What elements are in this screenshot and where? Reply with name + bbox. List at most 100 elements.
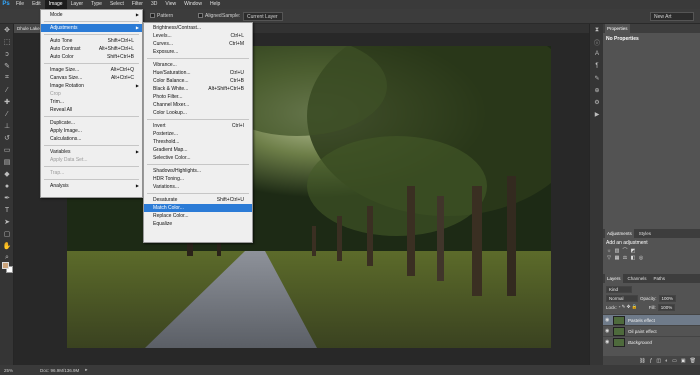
menu-layer[interactable]: Layer xyxy=(67,0,88,9)
hand-tool-icon[interactable]: ✋ xyxy=(0,240,14,252)
workspace-select[interactable]: New Art xyxy=(650,12,694,21)
new-layer-icon[interactable]: ▣ xyxy=(681,358,686,364)
tool-presets-panel-icon[interactable]: ⚙ xyxy=(590,96,604,108)
submenu-item-invert[interactable]: Invert Ctrl+I xyxy=(144,122,252,130)
status-arrow-icon[interactable]: ▸ xyxy=(85,367,87,373)
menu-image[interactable]: Image xyxy=(44,0,67,9)
menu-view[interactable]: View xyxy=(161,0,180,9)
photo-filter-icon[interactable]: ◎ xyxy=(638,255,644,261)
pattern-checkbox[interactable] xyxy=(150,13,155,19)
blend-mode-select[interactable]: Normal xyxy=(606,294,638,302)
vibrance-icon[interactable]: ▽ xyxy=(606,255,612,261)
curves-icon[interactable]: ⌒ xyxy=(622,248,628,254)
menu-item-canvas-size[interactable]: Canvas Size... Alt+Ctrl+C xyxy=(41,74,142,82)
menu-item-trim[interactable]: Trim... xyxy=(41,98,142,106)
tab-channels[interactable]: Channels xyxy=(626,274,649,283)
gradient-tool-icon[interactable]: ▤ xyxy=(0,156,14,168)
submenu-item-brightness-contrast[interactable]: Brightness/Contrast... xyxy=(144,24,252,32)
mask-icon[interactable]: ◫ xyxy=(656,358,661,364)
fill-input[interactable]: 100% xyxy=(657,303,676,311)
submenu-item-shadows-highlights[interactable]: Shadows/Highlights... xyxy=(144,167,252,175)
menu-item-reveal-all[interactable]: Reveal All xyxy=(41,106,142,114)
opacity-input[interactable]: 100% xyxy=(658,294,677,302)
menu-item-auto-contrast[interactable]: Auto Contrast Alt+Shift+Ctrl+L xyxy=(41,45,142,53)
path-select-tool-icon[interactable]: ➤ xyxy=(0,216,14,228)
visibility-eye-icon[interactable]: ◉ xyxy=(605,339,610,345)
submenu-item-levels[interactable]: Levels... Ctrl+L xyxy=(144,32,252,40)
submenu-item-variations[interactable]: Variations... xyxy=(144,183,252,191)
menu-item-adjustments[interactable]: Adjustments ▶ xyxy=(41,24,142,32)
menu-item-image-size[interactable]: Image Size... Alt+Ctrl+Q xyxy=(41,66,142,74)
sample-select[interactable]: Current Layer xyxy=(243,12,283,21)
move-tool-icon[interactable]: ✥ xyxy=(0,24,14,36)
exposure-icon[interactable]: ◩ xyxy=(630,248,636,254)
clone-source-panel-icon[interactable]: ⊕ xyxy=(590,84,604,96)
lock-icons[interactable]: ▫ ✎ ✥ 🔒 xyxy=(619,304,647,310)
group-icon[interactable]: ▭ xyxy=(672,358,677,364)
shape-tool-icon[interactable]: ▢ xyxy=(0,228,14,240)
brightness-icon[interactable]: ☼ xyxy=(606,248,612,254)
hue-saturation-icon[interactable]: ▦ xyxy=(614,255,620,261)
submenu-item-curves[interactable]: Curves... Ctrl+M xyxy=(144,40,252,48)
fx-icon[interactable]: ƒ xyxy=(650,358,653,364)
pattern-option[interactable]: Pattern xyxy=(150,12,173,21)
eyedropper-tool-icon[interactable]: ⁄ xyxy=(0,84,14,96)
black-white-icon[interactable]: ◧ xyxy=(630,255,636,261)
menu-item-calculations[interactable]: Calculations... xyxy=(41,135,142,143)
menu-item-analysis[interactable]: Analysis ▶ xyxy=(41,182,142,190)
lasso-tool-icon[interactable]: ↄ xyxy=(0,48,14,60)
menu-item-auto-color[interactable]: Auto Color Shift+Ctrl+B xyxy=(41,53,142,61)
aligned-checkbox[interactable] xyxy=(198,13,203,19)
menu-item-variables[interactable]: Variables ▶ xyxy=(41,148,142,156)
paragraph-panel-icon[interactable]: ¶ xyxy=(590,60,604,72)
link-layers-icon[interactable]: ⛓ xyxy=(639,358,645,364)
tab-styles[interactable]: Styles xyxy=(637,229,653,238)
eraser-tool-icon[interactable]: ▭ xyxy=(0,144,14,156)
submenu-item-photo-filter[interactable]: Photo Filter... xyxy=(144,93,252,101)
submenu-item-threshold[interactable]: Threshold... xyxy=(144,138,252,146)
menu-file[interactable]: File xyxy=(12,0,28,9)
submenu-item-vibrance[interactable]: Vibrance... xyxy=(144,61,252,69)
submenu-item-desaturate[interactable]: Desaturate Shift+Ctrl+U xyxy=(144,196,252,204)
submenu-item-replace-color[interactable]: Replace Color... xyxy=(144,212,252,220)
marquee-tool-icon[interactable]: ⬚ xyxy=(0,36,14,48)
menu-filter[interactable]: Filter xyxy=(128,0,147,9)
submenu-item-channel-mixer[interactable]: Channel Mixer... xyxy=(144,101,252,109)
submenu-item-exposure[interactable]: Exposure... xyxy=(144,48,252,56)
actions-panel-icon[interactable]: ▶ xyxy=(590,108,604,120)
layer-row[interactable]: ◉ Pastels effect xyxy=(603,314,700,325)
tab-layers[interactable]: Layers xyxy=(605,274,623,283)
clone-stamp-tool-icon[interactable]: ⊥ xyxy=(0,120,14,132)
dodge-tool-icon[interactable]: ● xyxy=(0,180,14,192)
history-panel-icon[interactable]: ⧗ xyxy=(590,24,604,36)
pen-tool-icon[interactable]: ✒ xyxy=(0,192,14,204)
submenu-item-black-white[interactable]: Black & White... Alt+Shift+Ctrl+B xyxy=(144,85,252,93)
character-panel-icon[interactable]: A xyxy=(590,48,604,60)
tab-adjustments[interactable]: Adjustments xyxy=(605,229,634,238)
layer-row[interactable]: ◉ Oil paint effect xyxy=(603,325,700,336)
menu-select[interactable]: Select xyxy=(106,0,128,9)
menu-item-apply-image[interactable]: Apply Image... xyxy=(41,127,142,135)
submenu-item-posterize[interactable]: Posterize... xyxy=(144,130,252,138)
tab-properties[interactable]: Properties xyxy=(605,24,630,33)
submenu-item-match-color[interactable]: Match Color... xyxy=(144,204,252,212)
healing-tool-icon[interactable]: ✚ xyxy=(0,96,14,108)
color-swatches[interactable] xyxy=(2,262,13,273)
adjustment-layer-icon[interactable]: ◐ xyxy=(665,358,668,364)
layer-row[interactable]: ◉ Background xyxy=(603,336,700,347)
menu-item-image-rotation[interactable]: Image Rotation ▶ xyxy=(41,82,142,90)
visibility-eye-icon[interactable]: ◉ xyxy=(605,317,610,323)
submenu-item-equalize[interactable]: Equalize xyxy=(144,220,252,228)
menu-item-duplicate[interactable]: Duplicate... xyxy=(41,119,142,127)
history-brush-tool-icon[interactable]: ↺ xyxy=(0,132,14,144)
layer-filter-kind[interactable]: Kind xyxy=(606,285,632,293)
submenu-item-selective-color[interactable]: Selective Color... xyxy=(144,154,252,162)
crop-tool-icon[interactable]: ⌗ xyxy=(0,72,14,84)
aligned-option[interactable]: Aligned xyxy=(198,12,222,21)
brush-tool-icon[interactable]: ⁄ xyxy=(0,108,14,120)
submenu-item-color-lookup[interactable]: Color Lookup... xyxy=(144,109,252,117)
menu-3d[interactable]: 3D xyxy=(147,0,161,9)
menu-type[interactable]: Type xyxy=(87,0,106,9)
submenu-item-gradient-map[interactable]: Gradient Map... xyxy=(144,146,252,154)
quick-select-tool-icon[interactable]: ✎ xyxy=(0,60,14,72)
